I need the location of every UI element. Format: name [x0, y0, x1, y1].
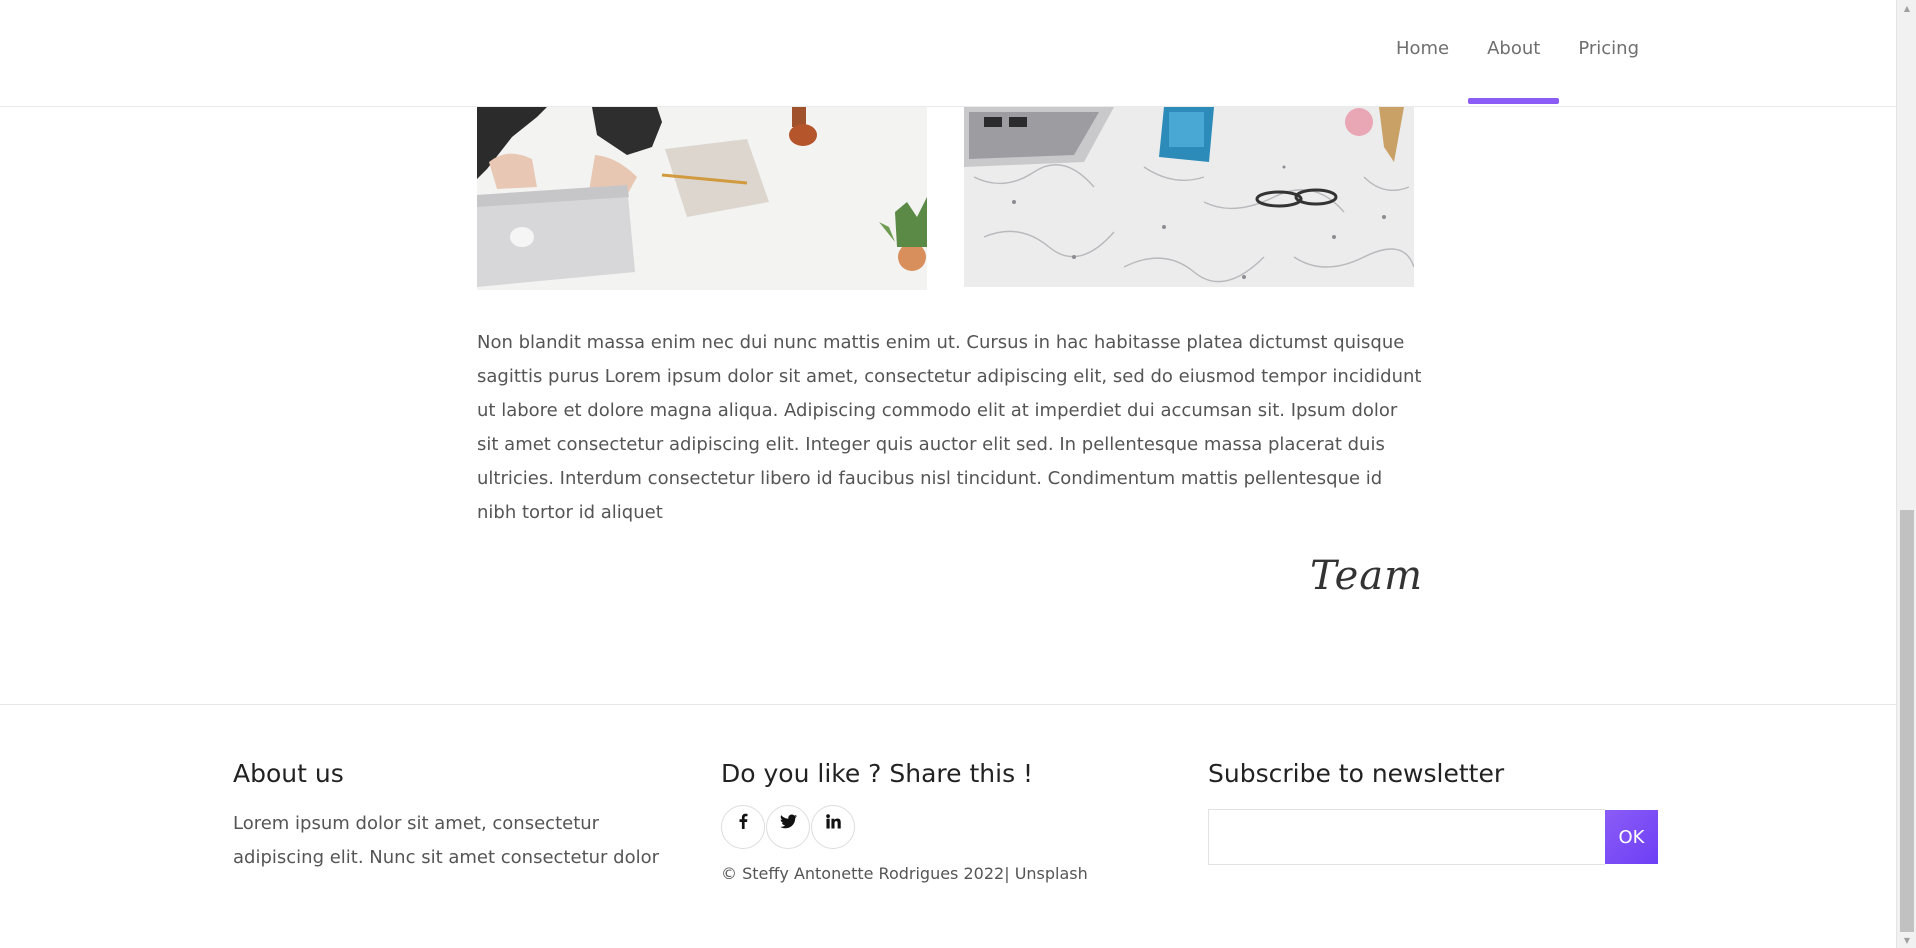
share-heading: Do you like ? Share this ! — [721, 759, 1034, 788]
newsletter-email-input[interactable] — [1208, 809, 1605, 865]
newsletter-heading: Subscribe to newsletter — [1208, 759, 1505, 788]
nav-home-link[interactable]: Home — [1377, 0, 1468, 97]
facebook-icon — [739, 813, 748, 829]
nav-pricing-link[interactable]: Pricing — [1559, 0, 1658, 97]
social-buttons — [721, 805, 1141, 849]
unsplash-credit-link[interactable]: Unsplash — [1015, 864, 1088, 883]
signature-text: Team — [1310, 553, 1424, 599]
top-navbar: Home About Pricing — [0, 0, 1896, 107]
linkedin-button[interactable] — [811, 805, 855, 849]
copyright-text: © Steffy Antonette Rodrigues 2022| — [721, 864, 1010, 883]
twitter-button[interactable] — [766, 805, 810, 849]
marble-desk-photo — [964, 107, 1414, 287]
footer-about-section: About us Lorem ipsum dolor sit amet, con… — [233, 757, 693, 875]
desk-laptop-illustration — [477, 107, 927, 290]
marble-desk-illustration — [964, 107, 1414, 287]
desk-laptop-photo — [477, 107, 927, 290]
copyright-line: © Steffy Antonette Rodrigues 2022| Unspl… — [721, 864, 1141, 883]
newsletter-ok-button[interactable]: OK — [1605, 810, 1658, 864]
vertical-scrollbar[interactable]: ▲ ▼ — [1896, 0, 1916, 948]
article-body-text: Non blandit massa enim nec dui nunc matt… — [477, 332, 1422, 523]
footer-newsletter-section: Subscribe to newsletter OK — [1208, 757, 1658, 865]
twitter-icon — [779, 813, 797, 828]
facebook-button[interactable] — [721, 805, 765, 849]
about-heading: About us — [233, 759, 344, 788]
page: Home About Pricing Non blandit massa eni… — [0, 0, 1916, 948]
nav-about-link[interactable]: About — [1468, 0, 1560, 104]
team-signature: Team — [1310, 553, 1424, 603]
about-text: Lorem ipsum dolor sit amet, consectetur … — [233, 813, 660, 868]
main-nav: Home About Pricing — [1377, 0, 1658, 107]
scroll-down-arrow-icon[interactable]: ▼ — [1897, 932, 1916, 948]
scroll-up-arrow-icon[interactable]: ▲ — [1897, 0, 1916, 16]
newsletter-form: OK — [1208, 809, 1658, 865]
scrollbar-thumb[interactable] — [1900, 510, 1914, 932]
footer-share-section: Do you like ? Share this ! © Steffy Anto… — [721, 757, 1141, 883]
site-footer: About us Lorem ipsum dolor sit amet, con… — [0, 704, 1896, 948]
linkedin-icon — [825, 813, 841, 829]
